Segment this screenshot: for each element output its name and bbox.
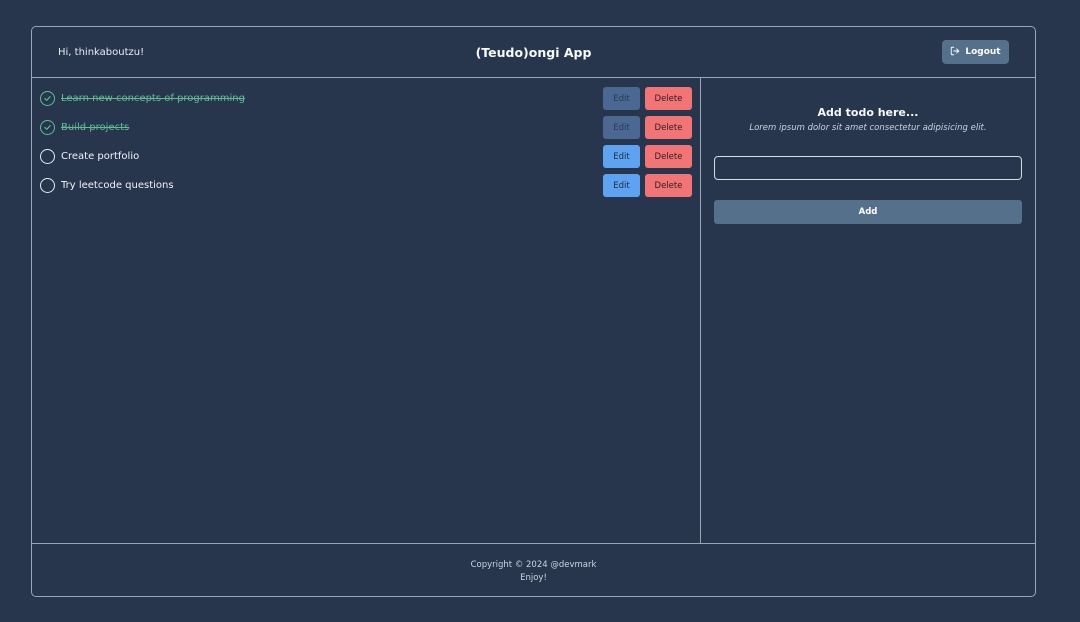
greeting-text: Hi, thinkaboutzu!	[58, 46, 145, 58]
add-todo-subtitle: Lorem ipsum dolor sit amet consectetur a…	[749, 123, 987, 133]
app-window: Hi, thinkaboutzu! (Teudo)ongi App Logout…	[31, 26, 1036, 597]
footer-tagline: Enjoy!	[520, 573, 547, 583]
edit-button[interactable]: Edit	[603, 116, 640, 139]
copyright-text: Copyright © 2024 @devmark	[470, 560, 597, 570]
todo-item: Try leetcode questions Edit Delete	[32, 171, 700, 200]
edit-button[interactable]: Edit	[603, 87, 640, 110]
logout-icon	[950, 46, 960, 59]
todo-item: Build projects Edit Delete	[32, 113, 700, 142]
edit-button[interactable]: Edit	[603, 174, 640, 197]
todo-item: Learn new concepts of programming Edit D…	[32, 84, 700, 113]
todo-input[interactable]	[714, 156, 1022, 180]
add-button[interactable]: Add	[714, 200, 1022, 224]
delete-button[interactable]: Delete	[645, 87, 692, 110]
logout-button[interactable]: Logout	[942, 40, 1009, 64]
add-todo-panel: Add todo here... Lorem ipsum dolor sit a…	[701, 78, 1035, 543]
check-circle-icon[interactable]	[40, 120, 55, 135]
app-title: (Teudo)ongi App	[475, 44, 592, 60]
check-circle-icon[interactable]	[40, 91, 55, 106]
todo-item: Create portfolio Edit Delete	[32, 142, 700, 171]
logout-label: Logout	[965, 47, 1001, 57]
edit-button[interactable]: Edit	[603, 145, 640, 168]
empty-circle-icon[interactable]	[40, 178, 55, 193]
delete-button[interactable]: Delete	[645, 116, 692, 139]
header: Hi, thinkaboutzu! (Teudo)ongi App Logout	[32, 27, 1035, 78]
todo-text: Build projects	[61, 122, 130, 133]
todo-list: Learn new concepts of programming Edit D…	[32, 78, 701, 543]
footer: Copyright © 2024 @devmark Enjoy!	[32, 543, 1035, 596]
delete-button[interactable]: Delete	[645, 174, 692, 197]
todo-text: Create portfolio	[61, 151, 140, 162]
main-area: Learn new concepts of programming Edit D…	[32, 78, 1035, 543]
todo-text: Learn new concepts of programming	[61, 93, 245, 104]
empty-circle-icon[interactable]	[40, 149, 55, 164]
add-todo-title: Add todo here...	[817, 106, 919, 119]
todo-text: Try leetcode questions	[61, 180, 174, 191]
delete-button[interactable]: Delete	[645, 145, 692, 168]
